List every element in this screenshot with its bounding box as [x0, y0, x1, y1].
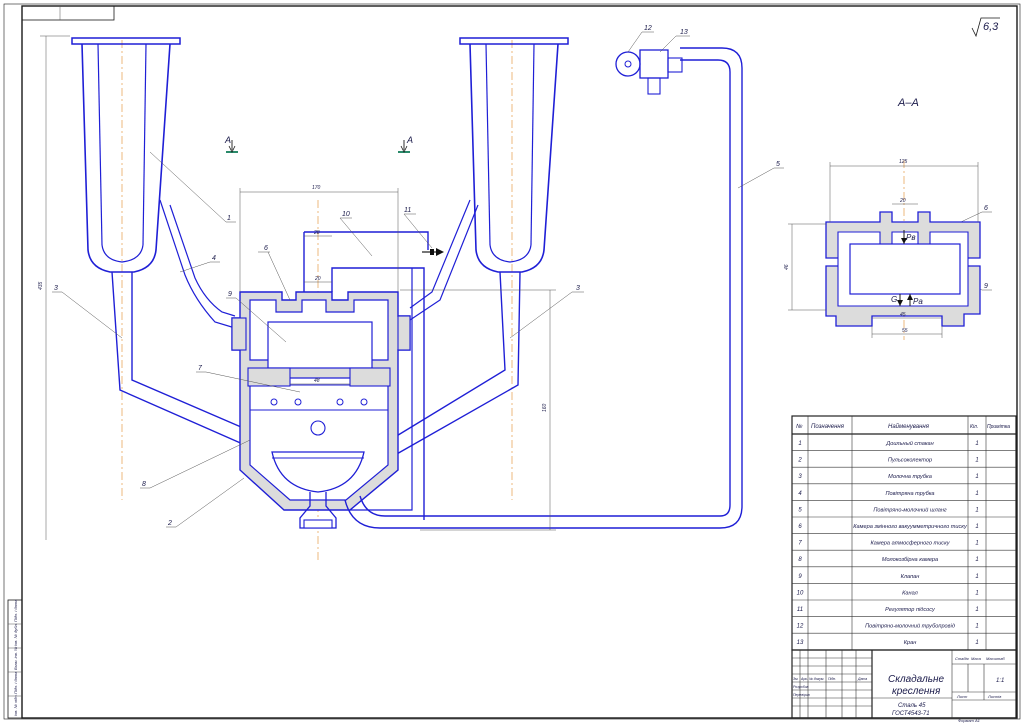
label-g: G: [891, 295, 897, 304]
tb-hdr-sign: Підп.: [828, 677, 836, 681]
tb-hdr-ark: Арк.: [800, 677, 808, 681]
tb-title-2: креслення: [892, 686, 941, 697]
callout-10: 10: [342, 211, 350, 218]
tb-mass: Маса: [971, 656, 982, 661]
spec-row-qty: 1: [975, 507, 978, 513]
tb-material-1: Сталь 45: [898, 703, 926, 709]
spec-header-note: Примітка: [987, 424, 1010, 430]
callout-13: 13: [680, 29, 688, 36]
spec-row-name: Молочна трубка: [888, 474, 932, 480]
spec-row-name: Повітряно-молочний трубопровід: [865, 623, 955, 630]
spec-row-num: 2: [797, 458, 802, 464]
spec-row-num: 13: [797, 640, 804, 646]
tb-sheet: Лист: [956, 694, 968, 699]
dim-435: 435: [38, 281, 44, 290]
spec-header-designation: Позначення: [811, 424, 845, 430]
callout-5: 5: [776, 161, 780, 168]
callout-11: 11: [404, 207, 411, 214]
side-stamp-2: Підп. і дата: [13, 671, 18, 694]
tb-sheets: Листів: [987, 694, 1001, 699]
spec-row-name: Клапан: [901, 574, 920, 580]
spec-row-qty: 1: [975, 624, 978, 630]
spec-row-name: Повітряна трубка: [885, 491, 934, 497]
callout-1: 1: [227, 215, 231, 222]
callout-6-section: 6: [984, 205, 988, 212]
spec-row-name: Молокозбірна камера: [882, 557, 938, 563]
tb-hdr-zm: Зм.: [793, 677, 799, 681]
sec-dim-125: 125: [899, 159, 908, 165]
spec-row-num: 1: [798, 441, 801, 447]
sec-dim-46: 46: [784, 264, 790, 270]
callout-6: 6: [264, 245, 268, 252]
spec-row-name: Пульсоколектор: [888, 458, 932, 464]
cut-mark-left-label: A: [224, 135, 231, 145]
spec-row-qty: 1: [975, 474, 978, 480]
spec-row-qty: 1: [975, 458, 978, 464]
tb-role-dev: Розробив: [793, 685, 809, 689]
tb-title-1: Складальне: [888, 674, 945, 685]
callout-3-left: 3: [54, 285, 58, 292]
spec-row-num: 10: [797, 590, 804, 596]
sec-dim-20: 20: [899, 198, 906, 204]
spec-row-name: Камера змінного вакуумметричного тиску: [853, 524, 968, 530]
label-pa: Pа: [913, 297, 923, 306]
tb-material-2: ГОСТ4543-71: [892, 711, 930, 717]
section-title: A–A: [897, 97, 919, 109]
spec-row-qty: 1: [975, 590, 978, 596]
side-stamp-5: Підп. і дата: [13, 599, 18, 622]
dim-20: 20: [314, 276, 321, 282]
spec-header-name: Найменування: [888, 423, 930, 430]
dim-170: 170: [312, 185, 321, 191]
spec-row-qty: 1: [975, 491, 978, 497]
spec-row-qty: 1: [975, 524, 978, 530]
spec-row-qty: 1: [975, 441, 978, 447]
cut-mark-right-label: A: [406, 135, 413, 145]
side-stamp-1: Інв. № підп.: [13, 694, 18, 716]
tb-hdr-date: Дата: [857, 677, 867, 681]
side-stamp-3: Взам. інв. №: [13, 646, 18, 670]
spec-header-num: №: [796, 423, 803, 430]
spec-row-qty: 1: [975, 557, 978, 563]
spec-header-qty: Кіл.: [970, 424, 978, 430]
spec-row-name: Повітряно-молочний шланг: [873, 506, 947, 513]
callout-3-right: 3: [576, 285, 580, 292]
spec-row-num: 12: [797, 624, 804, 630]
assembly-drawing-sheet: Інв. № підп. Підп. і дата Взам. інв. № І…: [0, 0, 1024, 723]
callout-9-section: 9: [984, 283, 988, 290]
spec-row-name: Кран: [904, 640, 917, 646]
callout-8: 8: [142, 481, 146, 488]
spec-row-num: 11: [797, 607, 803, 613]
spec-row-qty: 1: [975, 640, 978, 646]
tb-role-check: Перевірив: [793, 693, 810, 697]
sec-dim-45: 45: [900, 312, 906, 318]
tb-format: Формат А1: [958, 718, 980, 723]
tb-scale: 1:1: [996, 678, 1004, 684]
dim-48: 48: [314, 378, 320, 384]
label-pv: Pв: [906, 233, 916, 242]
spec-row-qty: 1: [975, 541, 978, 547]
side-stamp-4: Інв. № дубл.: [13, 623, 18, 646]
roughness-value: 6,3: [983, 21, 999, 33]
callout-2: 2: [167, 520, 172, 527]
spec-row-name: Камера атмосферного тиску: [870, 541, 950, 547]
tb-scale-label: Масштаб: [986, 656, 1005, 661]
dim-160: 160: [542, 403, 548, 412]
callout-9: 9: [228, 291, 232, 298]
tb-stage: Стадія: [955, 656, 970, 661]
spec-row-qty: 1: [975, 574, 978, 580]
sec-dim-55: 55: [902, 328, 908, 334]
tb-hdr-doc: № докум.: [809, 677, 824, 681]
callout-4: 4: [212, 255, 216, 262]
spec-row-name: Регулятор підсосу: [885, 607, 936, 613]
spec-row-name: Доильный стакан: [885, 440, 933, 447]
dim-28: 28: [313, 230, 320, 236]
spec-row-qty: 1: [975, 607, 978, 613]
callout-12: 12: [644, 25, 652, 32]
spec-row-name: Канал: [902, 590, 919, 596]
